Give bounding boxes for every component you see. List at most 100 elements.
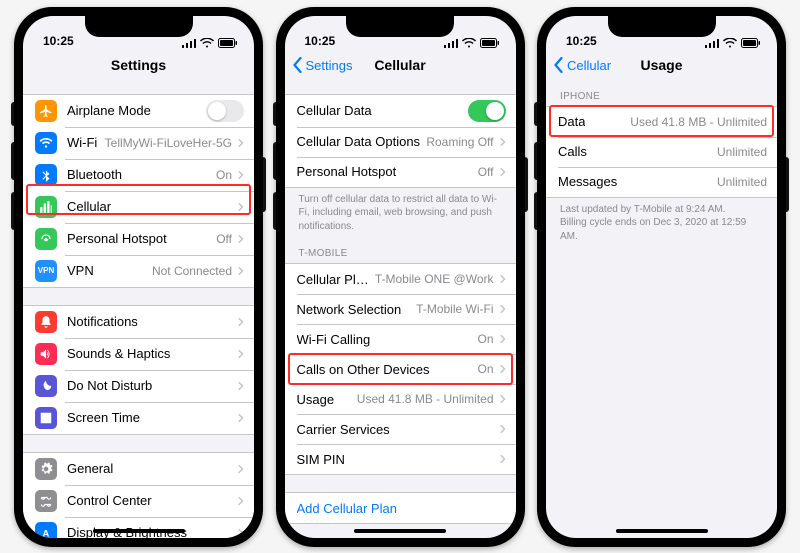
chevron-right-icon: [500, 454, 506, 464]
chevron-right-icon: [238, 234, 244, 244]
row-detail: T-Mobile Wi-Fi: [416, 302, 493, 316]
sounds-icon: [35, 343, 57, 365]
row-add-cellular-plan[interactable]: Add Cellular Plan: [285, 493, 516, 523]
notch: [608, 16, 716, 37]
row-do-not-disturb[interactable]: Do Not Disturb: [23, 370, 254, 402]
row-cellular-data[interactable]: Cellular Data: [285, 95, 516, 127]
row-label: SIM PIN: [297, 452, 345, 467]
row-sounds[interactable]: Sounds & Haptics: [23, 338, 254, 370]
usage-footer: Last updated by T-Mobile at 9:24 AM. Bil…: [546, 198, 777, 250]
row-personal-hotspot[interactable]: Personal Hotspot Off: [23, 223, 254, 255]
row-data-usage[interactable]: Data Used 41.8 MB - Unlimited: [546, 107, 777, 137]
settings-list[interactable]: Airplane Mode Wi-Fi TellMyWi-FiLoveHer-5…: [23, 82, 254, 538]
cellular-data-toggle[interactable]: [468, 100, 506, 122]
vpn-icon: VPN: [35, 260, 57, 282]
row-cellular-data-options[interactable]: Cellular Data Options Roaming Off: [285, 127, 516, 157]
bluetooth-icon: [35, 164, 57, 186]
row-vpn[interactable]: VPN VPN Not Connected: [23, 255, 254, 287]
row-control-center[interactable]: Control Center: [23, 485, 254, 517]
row-label: Notifications: [67, 314, 138, 329]
phone-usage: 10:25 Cellular Usage IPHONE Data Used 41…: [537, 7, 786, 547]
back-button[interactable]: Cellular: [552, 57, 611, 73]
nav-bar: Cellular Usage: [546, 50, 777, 82]
cellular-icon: [35, 196, 57, 218]
row-calls-other-devices[interactable]: Calls on Other Devices On: [285, 354, 516, 384]
home-indicator[interactable]: [616, 529, 708, 533]
chevron-right-icon: [238, 496, 244, 506]
chevron-right-icon: [238, 317, 244, 327]
chevron-right-icon: [238, 202, 244, 212]
chevron-right-icon: [238, 266, 244, 276]
row-label: Do Not Disturb: [67, 378, 152, 393]
phone-settings: 10:25 Settings Airplane Mode Wi-Fi: [14, 7, 263, 547]
row-detail: TellMyWi-FiLoveHer-5G: [105, 136, 232, 150]
page-title: Usage: [640, 57, 682, 73]
row-label: Wi-Fi: [67, 135, 97, 150]
dnd-icon: [35, 375, 57, 397]
usage-list[interactable]: IPHONE Data Used 41.8 MB - Unlimited Cal…: [546, 82, 777, 538]
row-label: Network Selection: [297, 302, 402, 317]
row-display[interactable]: A Display & Brightness: [23, 517, 254, 538]
chevron-right-icon: [500, 167, 506, 177]
nav-bar: Settings Cellular: [285, 50, 516, 82]
chevron-right-icon: [500, 364, 506, 374]
gear-icon: [35, 458, 57, 480]
page-title: Settings: [111, 57, 166, 73]
wifi-icon: [200, 38, 214, 48]
row-detail: Off: [478, 165, 494, 179]
iphone-section-header: IPHONE: [546, 82, 777, 106]
row-label: Cellular Data Options: [297, 134, 421, 149]
row-detail: Off: [216, 232, 232, 246]
row-label: Cellular Plans: [297, 272, 375, 287]
chevron-right-icon: [238, 413, 244, 423]
row-sim-pin[interactable]: SIM PIN: [285, 444, 516, 474]
row-detail: Unlimited: [717, 175, 767, 189]
chevron-right-icon: [238, 138, 244, 148]
airplane-toggle[interactable]: [206, 100, 244, 122]
notch: [85, 16, 193, 37]
row-general[interactable]: General: [23, 453, 254, 485]
chevron-right-icon: [500, 334, 506, 344]
phone-cellular: 10:25 Settings Cellular Cellular Data: [276, 7, 525, 547]
home-indicator[interactable]: [93, 529, 185, 533]
row-carrier-services[interactable]: Carrier Services: [285, 414, 516, 444]
row-screen-time[interactable]: Screen Time: [23, 402, 254, 434]
row-calls-usage[interactable]: Calls Unlimited: [546, 137, 777, 167]
hotspot-icon: [35, 228, 57, 250]
wifi-icon: [462, 38, 476, 48]
row-label: Add Cellular Plan: [297, 501, 397, 516]
row-messages-usage[interactable]: Messages Unlimited: [546, 167, 777, 197]
row-label: Screen Time: [67, 410, 140, 425]
row-detail: T-Mobile ONE @Work: [375, 272, 494, 286]
signal-icon: [444, 38, 458, 48]
control-center-icon: [35, 490, 57, 512]
row-label: Wi-Fi Calling: [297, 332, 371, 347]
row-label: Messages: [558, 174, 617, 189]
home-indicator[interactable]: [354, 529, 446, 533]
row-bluetooth[interactable]: Bluetooth On: [23, 159, 254, 191]
row-airplane-mode[interactable]: Airplane Mode: [23, 95, 254, 127]
cellular-list[interactable]: Cellular Data Cellular Data Options Roam…: [285, 82, 516, 538]
signal-icon: [705, 38, 719, 48]
row-cellular[interactable]: Cellular: [23, 191, 254, 223]
page-title: Cellular: [374, 57, 425, 73]
row-usage[interactable]: Usage Used 41.8 MB - Unlimited: [285, 384, 516, 414]
battery-icon: [218, 38, 238, 48]
back-button[interactable]: Settings: [291, 57, 353, 73]
row-detail: Used 41.8 MB - Unlimited: [630, 115, 767, 129]
notch: [346, 16, 454, 37]
row-personal-hotspot[interactable]: Personal Hotspot Off: [285, 157, 516, 187]
chevron-right-icon: [238, 349, 244, 359]
row-network-selection[interactable]: Network Selection T-Mobile Wi-Fi: [285, 294, 516, 324]
row-cellular-plans[interactable]: Cellular Plans T-Mobile ONE @Work: [285, 264, 516, 294]
display-icon: A: [35, 522, 57, 538]
battery-icon: [480, 38, 500, 48]
chevron-right-icon: [238, 528, 244, 538]
row-label: General: [67, 461, 113, 476]
row-label: Calls on Other Devices: [297, 362, 430, 377]
row-wifi[interactable]: Wi-Fi TellMyWi-FiLoveHer-5G: [23, 127, 254, 159]
row-wifi-calling[interactable]: Wi-Fi Calling On: [285, 324, 516, 354]
row-notifications[interactable]: Notifications: [23, 306, 254, 338]
row-label: Bluetooth: [67, 167, 122, 182]
wifi-settings-icon: [35, 132, 57, 154]
